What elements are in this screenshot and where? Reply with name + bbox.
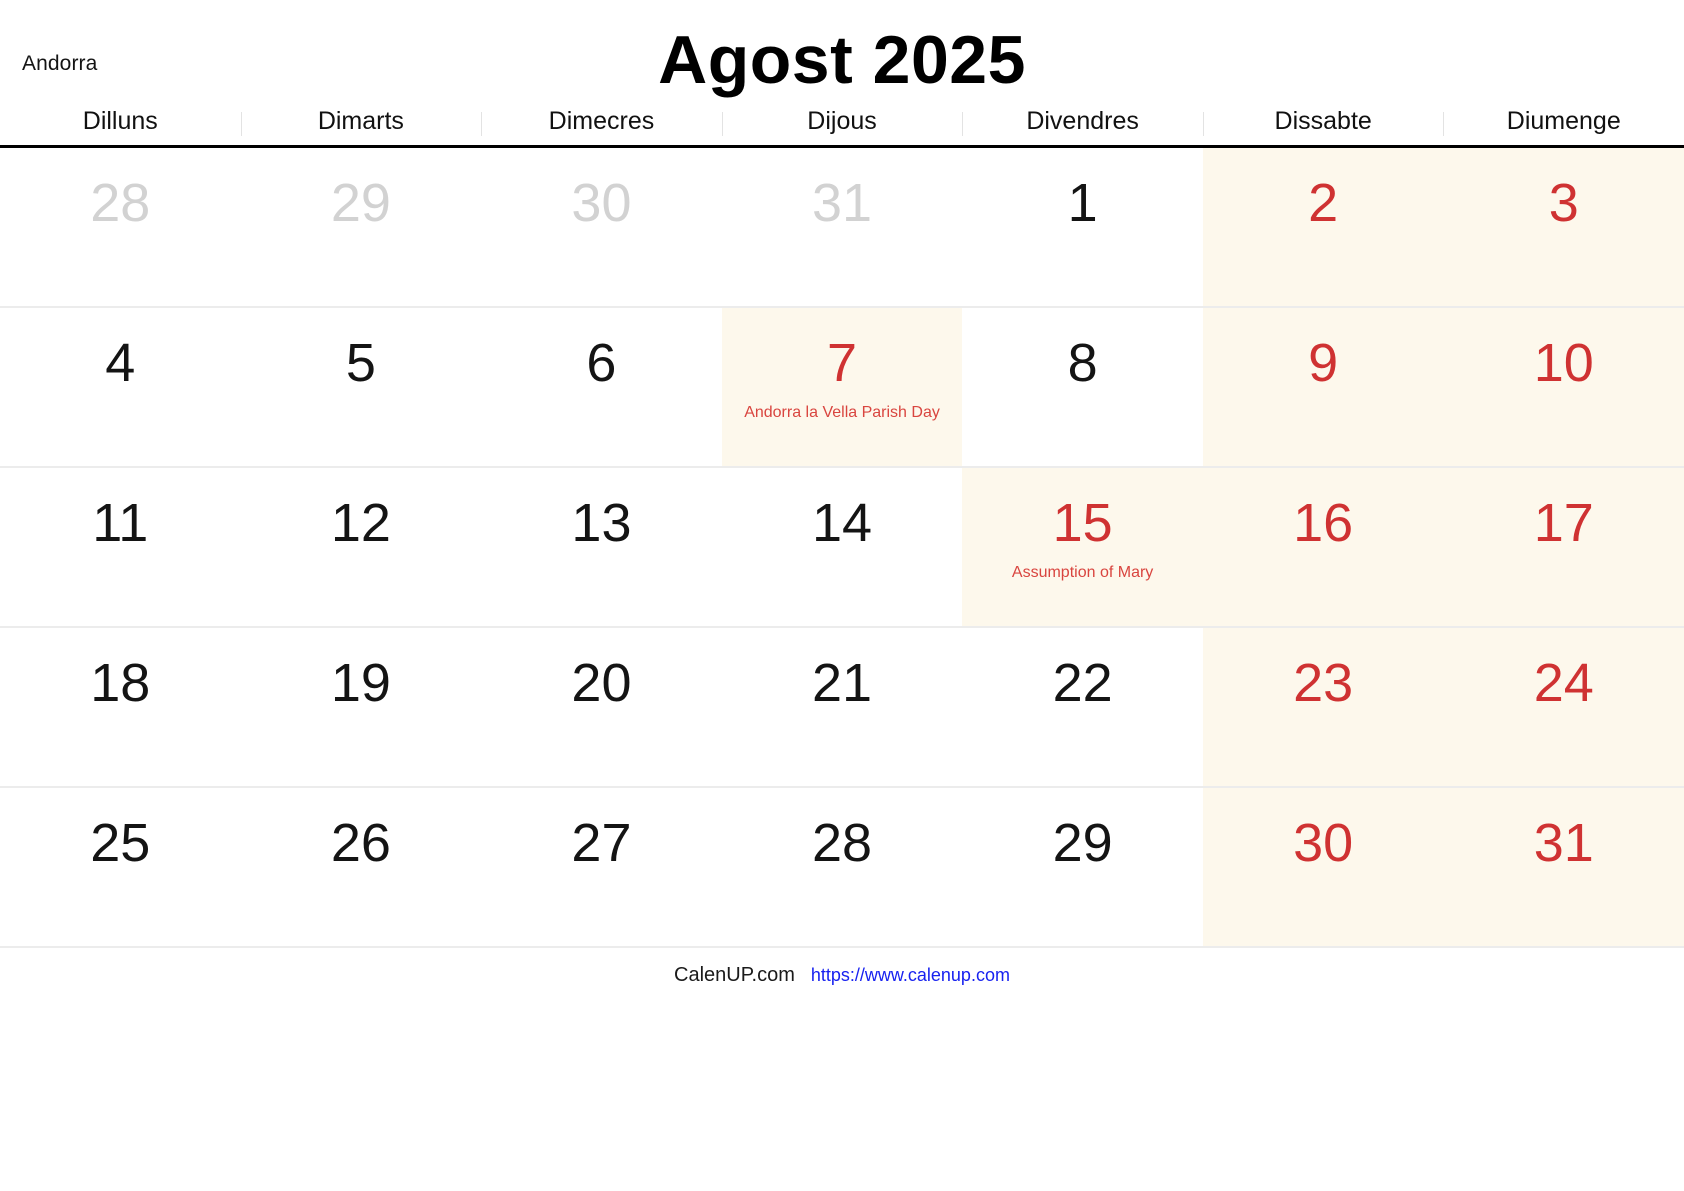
day-cell[interactable]: 13	[481, 468, 722, 626]
week-row: 4 5 6 7 Andorra la Vella Parish Day 8 9 10	[0, 308, 1684, 468]
footer: CalenUP.com https://www.calenup.com	[0, 948, 1684, 987]
day-number: 29	[1052, 813, 1113, 873]
day-number: 16	[1293, 493, 1354, 553]
day-number: 30	[1293, 813, 1354, 873]
day-number: 2	[1308, 173, 1339, 233]
day-cell[interactable]: 24	[1443, 628, 1684, 786]
day-cell[interactable]: 17	[1443, 468, 1684, 626]
week-row: 25 26 27 28 29 30 31	[0, 788, 1684, 948]
day-cell[interactable]: 3	[1443, 148, 1684, 306]
day-number: 8	[1067, 333, 1098, 393]
weekday-header-dimecres: Dimecres	[481, 108, 722, 137]
day-cell[interactable]: 28	[0, 148, 241, 306]
day-number: 21	[811, 653, 873, 713]
day-number: 10	[1533, 333, 1594, 393]
holiday-event-label: Andorra la Vella Parish Day	[744, 404, 940, 421]
day-cell[interactable]: 11	[0, 468, 241, 626]
day-number: 17	[1533, 493, 1594, 553]
day-cell[interactable]: 2	[1202, 148, 1444, 306]
day-cell[interactable]: 20	[481, 628, 722, 786]
day-cell[interactable]: 19	[241, 628, 482, 786]
day-cell[interactable]: 26	[241, 788, 482, 946]
day-number: 4	[105, 333, 136, 393]
day-cell[interactable]: 21	[722, 628, 963, 786]
day-number: 6	[586, 333, 617, 393]
day-number: 20	[571, 653, 632, 713]
day-cell[interactable]: 16	[1202, 468, 1444, 626]
day-cell[interactable]: 7 Andorra la Vella Parish Day	[721, 308, 963, 466]
day-number: 14	[811, 493, 873, 553]
calendar-header: Andorra Agost 2025	[0, 0, 1684, 108]
day-cell[interactable]: 31	[1443, 788, 1684, 946]
day-cell[interactable]: 9	[1202, 308, 1444, 466]
day-cell[interactable]: 5	[241, 308, 482, 466]
holiday-event-label: Assumption of Mary	[1011, 564, 1154, 581]
day-cell[interactable]: 25	[0, 788, 241, 946]
weekday-header-divendres: Divendres	[962, 108, 1203, 137]
day-cell[interactable]: 29	[241, 148, 482, 306]
footer-url-link[interactable]: https://www.calenup.com	[811, 965, 1010, 986]
day-cell[interactable]: 28	[722, 788, 963, 946]
day-number: 31	[1533, 813, 1594, 873]
day-number: 31	[811, 173, 873, 233]
day-number: 1	[1067, 173, 1098, 233]
page-title: Agost 2025	[658, 22, 1026, 98]
day-number: 13	[571, 493, 632, 553]
day-cell[interactable]: 22	[962, 628, 1203, 786]
day-cell[interactable]: 30	[1202, 788, 1444, 946]
day-cell[interactable]: 12	[241, 468, 482, 626]
day-number: 23	[1293, 653, 1354, 713]
day-number: 26	[330, 813, 391, 873]
day-cell[interactable]: 30	[481, 148, 722, 306]
day-number: 24	[1533, 653, 1594, 713]
day-number: 28	[811, 813, 873, 873]
footer-brand: CalenUP.com	[674, 964, 795, 986]
day-cell[interactable]: 6	[481, 308, 722, 466]
weekday-header-dimarts: Dimarts	[240, 108, 482, 137]
day-number: 27	[571, 813, 632, 873]
week-row: 11 12 13 14 15 Assumption of Mary 16 17	[0, 468, 1684, 628]
day-number: 11	[92, 493, 149, 553]
day-number: 15	[1052, 493, 1113, 553]
calendar-grid: 28 29 30 31 1 2 3 4 5 6 7 Andorra la Vella Parish D…	[0, 148, 1684, 948]
day-cell[interactable]: 27	[481, 788, 722, 946]
day-cell[interactable]: 23	[1202, 628, 1444, 786]
day-number: 22	[1052, 653, 1113, 713]
day-number: 3	[1548, 173, 1579, 233]
day-number: 18	[90, 653, 151, 713]
day-cell[interactable]: 31	[722, 148, 963, 306]
calendar-page: Andorra Agost 2025 Dilluns Dimarts Dimecre…	[0, 0, 1684, 1191]
day-cell[interactable]: 14	[722, 468, 963, 626]
weekday-header-row: Dilluns Dimarts Dimecres Dijous Divendres Dis…	[0, 108, 1684, 148]
day-number: 5	[345, 333, 376, 393]
day-number: 30	[571, 173, 632, 233]
day-cell[interactable]: 8	[962, 308, 1203, 466]
day-number: 29	[330, 173, 391, 233]
day-cell[interactable]: 1	[962, 148, 1203, 306]
day-number: 25	[90, 813, 151, 873]
weekday-header-dissabte: Dissabte	[1202, 108, 1444, 137]
day-number: 12	[330, 493, 391, 553]
weekday-header-dilluns: Dilluns	[82, 107, 158, 135]
day-cell[interactable]: 15 Assumption of Mary	[962, 468, 1203, 626]
day-number: 7	[827, 333, 858, 393]
weekday-header-dijous: Dijous	[721, 108, 963, 137]
day-cell[interactable]: 18	[0, 628, 241, 786]
day-number: 9	[1308, 333, 1339, 393]
day-cell[interactable]: 10	[1443, 308, 1684, 466]
day-number: 28	[90, 173, 151, 233]
weekday-header-diumenge: Diumenge	[1443, 108, 1684, 137]
week-row: 18 19 20 21 22 23 24	[0, 628, 1684, 788]
day-number: 19	[330, 653, 391, 713]
day-cell[interactable]: 29	[962, 788, 1203, 946]
day-cell[interactable]: 4	[0, 308, 241, 466]
week-row: 28 29 30 31 1 2 3	[0, 148, 1684, 308]
